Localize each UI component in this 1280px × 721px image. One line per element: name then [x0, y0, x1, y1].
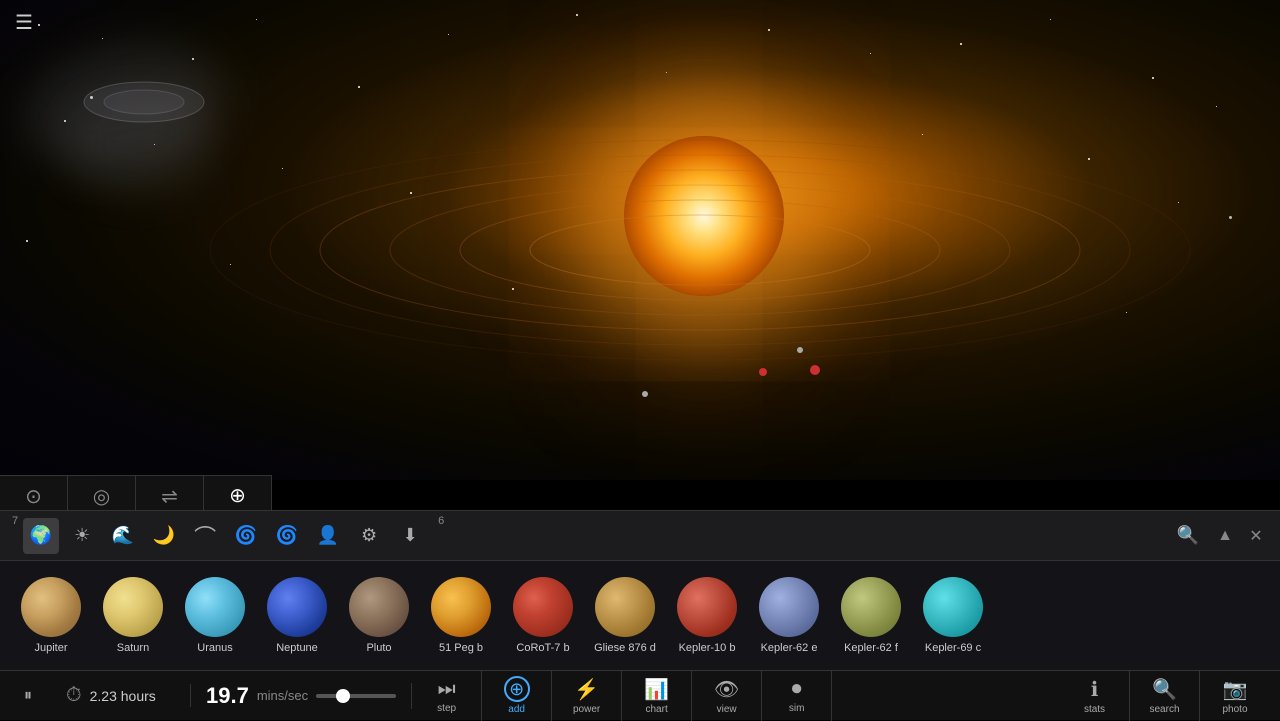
step-label: step [437, 703, 456, 714]
sim-label: sim [789, 703, 805, 714]
planet-neptune[interactable]: Neptune [256, 572, 338, 659]
chart-icon: 📊 [644, 677, 669, 702]
sim-icon: ⏺ [792, 678, 802, 701]
jupiter-label: Jupiter [34, 642, 67, 654]
stats-label: stats [1084, 704, 1105, 715]
saturn-label: Saturn [117, 642, 149, 654]
sun [624, 136, 784, 296]
add-label: add [508, 704, 525, 715]
menu-button[interactable]: ☰ [15, 10, 33, 35]
tool-wave[interactable]: 🌊 [105, 518, 141, 554]
planet-corot7b[interactable]: CoRoT-7 b [502, 572, 584, 659]
chart-button[interactable]: 📊 chart [622, 671, 692, 721]
tool-arrows: ▲ ✕ [1211, 522, 1270, 550]
neptune-sphere [267, 577, 327, 637]
space-background [0, 0, 1280, 480]
uranus-sphere [185, 577, 245, 637]
add-icon: ⊕ [504, 676, 530, 702]
view-icon: 👁 [714, 677, 739, 702]
search-label: search [1149, 704, 1179, 715]
badge-7: 7 [12, 515, 18, 527]
search-tool-icon[interactable]: 🔍 [1170, 518, 1206, 554]
speed-slider[interactable] [316, 694, 396, 698]
kepler10b-sphere [677, 577, 737, 637]
power-button[interactable]: ⚡ power [552, 671, 622, 721]
kepler69c-label: Kepler-69 c [925, 642, 981, 654]
tool-vortex[interactable]: 🌀 [228, 518, 264, 554]
planet-pluto[interactable]: Pluto [338, 572, 420, 659]
tool-rings[interactable]: ⚙ [351, 518, 387, 554]
saturn-sphere [103, 577, 163, 637]
kepler62f-sphere [841, 577, 901, 637]
kepler10b-label: Kepler-10 b [679, 642, 736, 654]
tool-comet[interactable]: ⌒ [187, 518, 223, 554]
orbit-icon: ◎ [93, 484, 110, 509]
planet-kepler62e[interactable]: Kepler-62 e [748, 572, 830, 659]
planet-gliese876d[interactable]: Gliese 876 d [584, 572, 666, 659]
stats-button[interactable]: ℹ stats [1060, 671, 1130, 721]
corot7b-sphere [513, 577, 573, 637]
51pegb-sphere [431, 577, 491, 637]
planet-jupiter[interactable]: Jupiter [10, 572, 92, 659]
search-icon: 🔍 [1152, 677, 1177, 702]
view-label: view [717, 704, 737, 715]
planet-51pegb[interactable]: 51 Peg b [420, 572, 502, 659]
speed-unit: mins/sec [257, 688, 308, 703]
tool-search: 🔍 ▲ ✕ [1170, 518, 1270, 554]
uranus-label: Uranus [197, 642, 232, 654]
kepler62f-label: Kepler-62 f [844, 642, 898, 654]
still-icon: ⊙ [25, 484, 42, 509]
power-label: power [573, 704, 600, 715]
tool-bar: 7 🌍 ☀ 🌊 🌙 ⌒ 🌀 🌀 👤 ⚙ ⬇ 6 🔍 ▲ ✕ [0, 510, 1280, 560]
time-display: ⏱ 2.23 hours [51, 684, 191, 707]
launch-icon: ⊕ [229, 483, 246, 508]
arrow-up[interactable]: ▲ [1211, 522, 1239, 550]
planet-kepler69c[interactable]: Kepler-69 c [912, 572, 994, 659]
planet-uranus[interactable]: Uranus [174, 572, 256, 659]
binary-icon: ⇌ [161, 484, 178, 509]
badge-6: 6 [438, 515, 444, 527]
speed-value: 19.7 [206, 683, 249, 709]
step-button[interactable]: ⏭ step [412, 671, 482, 721]
tool-planet[interactable]: 🌍 [23, 518, 59, 554]
tool-person[interactable]: 👤 [310, 518, 346, 554]
photo-label: photo [1222, 704, 1247, 715]
sim-button[interactable]: ⏺ sim [762, 671, 832, 721]
gliese876d-label: Gliese 876 d [594, 642, 656, 654]
tool-sun[interactable]: ☀ [64, 518, 100, 554]
51pegb-label: 51 Peg b [439, 642, 483, 654]
view-button[interactable]: 👁 view [692, 671, 762, 721]
tool-gravity[interactable]: ⬇ [392, 518, 428, 554]
neptune-label: Neptune [276, 642, 318, 654]
kepler69c-sphere [923, 577, 983, 637]
tool-moon[interactable]: 🌙 [146, 518, 182, 554]
pause-button[interactable]: ⏸ [10, 678, 46, 714]
photo-icon: 📷 [1223, 677, 1248, 702]
search-button[interactable]: 🔍 search [1130, 671, 1200, 721]
pluto-sphere [349, 577, 409, 637]
speed-display: 19.7 mins/sec [191, 683, 412, 709]
planet-selector: Jupiter Saturn Uranus Neptune Pluto 51 P… [0, 560, 1280, 670]
power-icon: ⚡ [574, 677, 599, 702]
kepler62e-sphere [759, 577, 819, 637]
planet-kepler10b[interactable]: Kepler-10 b [666, 572, 748, 659]
jupiter-sphere [21, 577, 81, 637]
gliese876d-sphere [595, 577, 655, 637]
stats-icon: ℹ [1091, 677, 1099, 702]
bottom-area: 7 🌍 ☀ 🌊 🌙 ⌒ 🌀 🌀 👤 ⚙ ⬇ 6 🔍 ▲ ✕ Jupiter Sa… [0, 510, 1280, 720]
corot7b-label: CoRoT-7 b [516, 642, 569, 654]
control-bar: ⏸ ⏱ 2.23 hours 19.7 mins/sec ⏭ step ⊕ ad… [0, 670, 1280, 720]
close-tool[interactable]: ✕ [1242, 522, 1270, 550]
time-value: 2.23 hours [90, 688, 156, 704]
add-button[interactable]: ⊕ add [482, 671, 552, 721]
clock-icon: ⏱ [66, 684, 82, 707]
tool-galaxy[interactable]: 🌀 [269, 518, 305, 554]
pluto-label: Pluto [366, 642, 391, 654]
kepler62e-label: Kepler-62 e [761, 642, 818, 654]
photo-button[interactable]: 📷 photo [1200, 671, 1270, 721]
planet-kepler62f[interactable]: Kepler-62 f [830, 572, 912, 659]
chart-label: chart [646, 704, 668, 715]
planet-saturn[interactable]: Saturn [92, 572, 174, 659]
step-icon: ⏭ [438, 678, 456, 701]
